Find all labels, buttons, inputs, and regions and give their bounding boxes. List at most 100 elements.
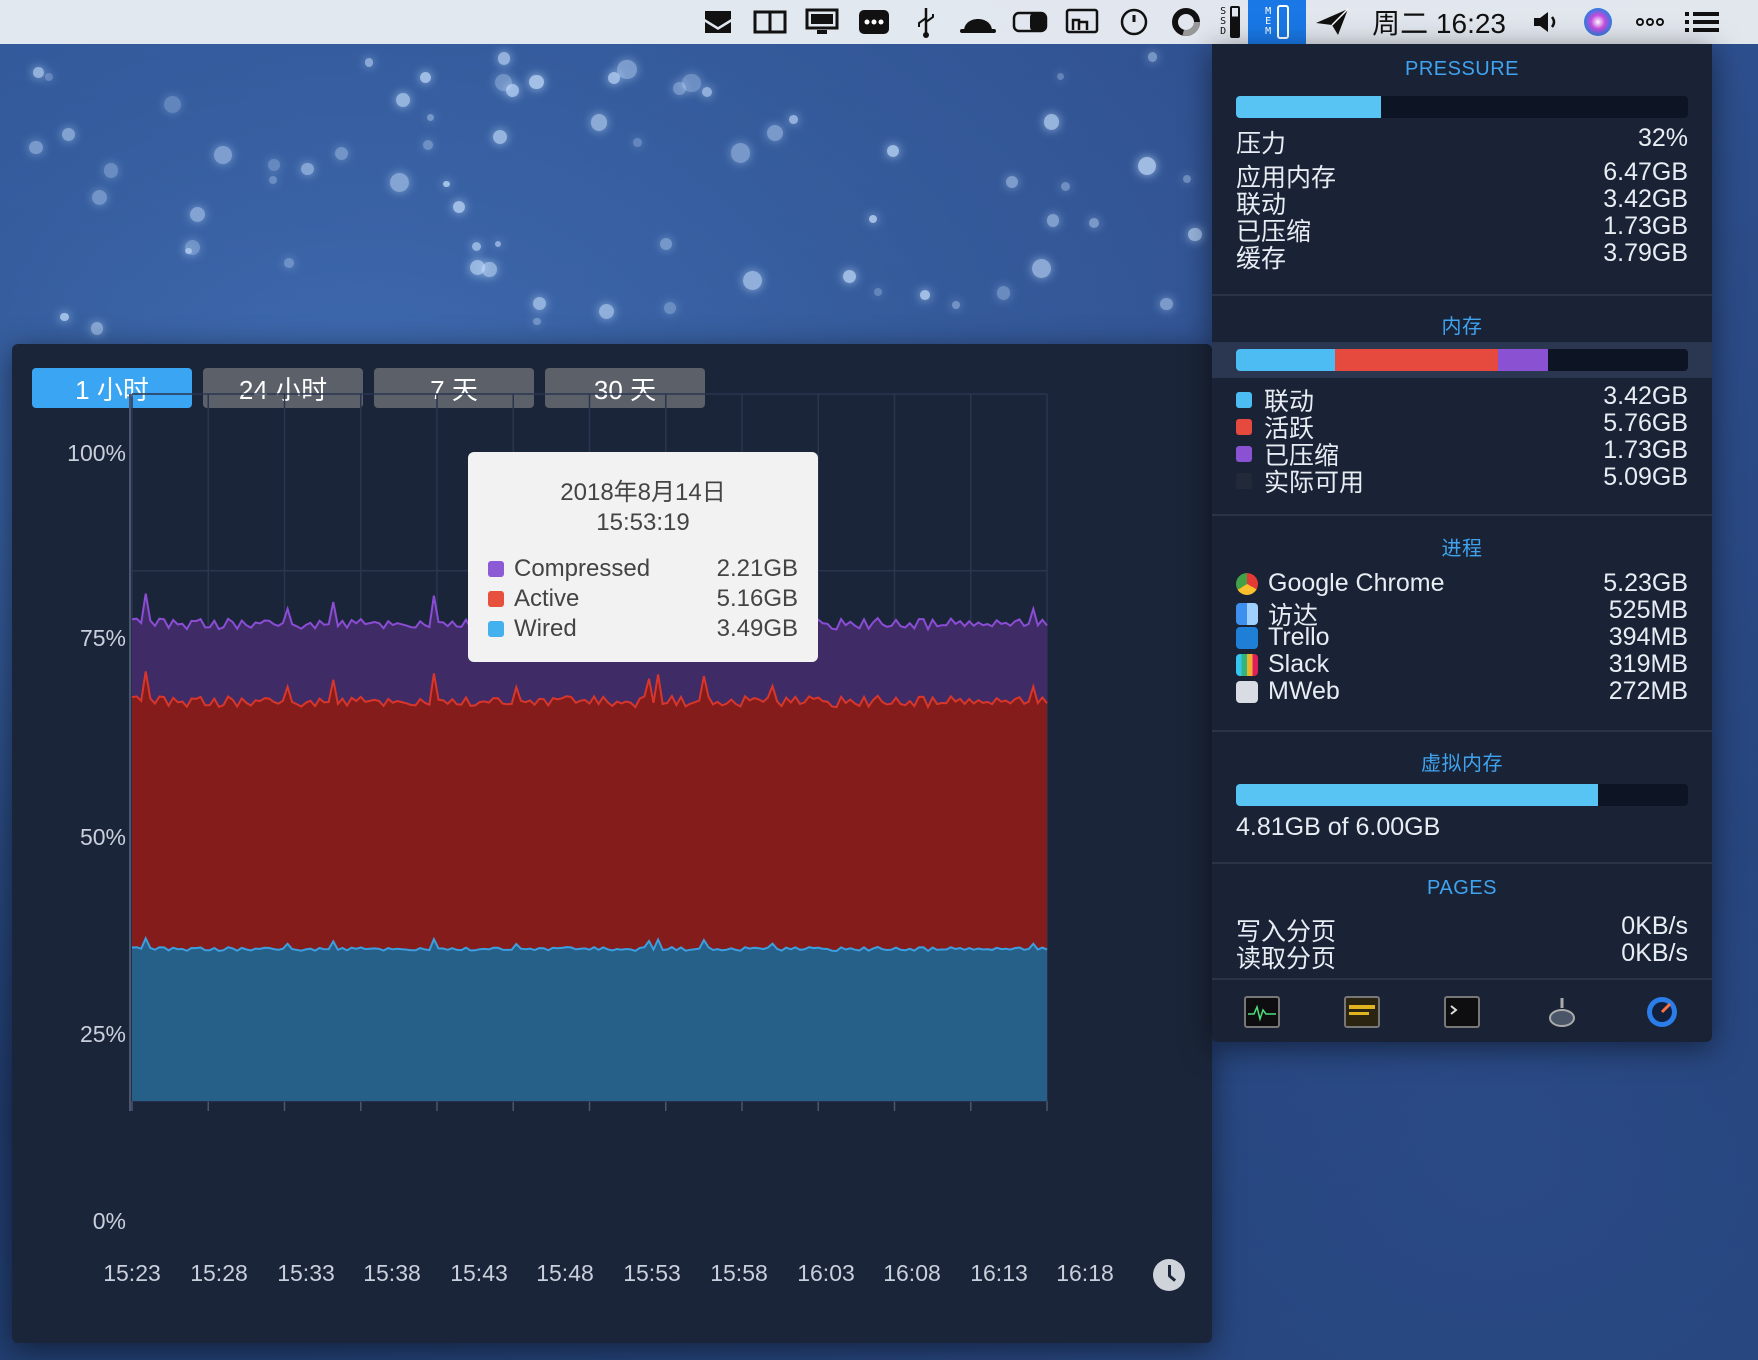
process-name: Slack	[1268, 650, 1330, 678]
bokeh-dot	[472, 242, 482, 252]
siri-icon[interactable]	[1572, 0, 1624, 44]
bokeh-dot	[268, 176, 277, 184]
finder-icon	[1236, 603, 1258, 625]
tooltip-row: Wired 3.49GB	[468, 615, 818, 643]
memory-bar-segment	[1335, 349, 1499, 371]
process-row[interactable]: Trello 394MB	[1236, 623, 1688, 652]
bokeh-dot	[660, 238, 673, 250]
process-memory: 272MB	[1608, 677, 1688, 705]
divider	[1212, 294, 1712, 296]
process-row[interactable]: Slack 319MB	[1236, 650, 1688, 679]
x-tick-label: 15:33	[277, 1260, 335, 1286]
list-icon[interactable]	[1676, 0, 1728, 44]
paperplane-icon[interactable]	[1306, 0, 1358, 44]
console-icon[interactable]	[1344, 996, 1380, 1028]
tooltip-row: Compressed 2.21GB	[468, 555, 818, 583]
chart-tooltip: 2018年8月14日 15:53:19 Compressed 2.21GB Ac…	[468, 452, 818, 662]
display-icon[interactable]	[796, 0, 848, 44]
mweb-icon	[1236, 680, 1258, 703]
wired-swatch	[488, 621, 504, 637]
clock-icon[interactable]	[1153, 1259, 1185, 1291]
mem-letter: M	[1265, 26, 1272, 37]
hat-icon[interactable]	[952, 0, 1004, 44]
mem-icon[interactable]: M E M	[1248, 0, 1307, 44]
bokeh-dot	[494, 240, 502, 248]
bokeh-dot	[843, 270, 857, 284]
divider	[1212, 862, 1712, 864]
legend-swatch	[1236, 419, 1252, 435]
bokeh-dot	[1060, 181, 1071, 192]
split-view-icon[interactable]	[744, 0, 796, 44]
section-title-virtual-memory: 虚拟内存	[1421, 753, 1503, 775]
x-tick-label: 16:08	[883, 1260, 941, 1286]
bokeh-dot	[1147, 51, 1158, 62]
bokeh-dot	[664, 302, 677, 315]
disk-ring-icon[interactable]	[1160, 0, 1212, 44]
pressure-row: 缓存 3.79GB	[1236, 239, 1688, 275]
memory-bar	[1236, 349, 1688, 371]
bokeh-dot	[598, 303, 614, 320]
volume-icon[interactable]	[1520, 0, 1572, 44]
x-tick-label: 15:53	[623, 1260, 681, 1286]
tooltip-date: 2018年8月14日	[560, 479, 726, 506]
bokeh-dot	[189, 206, 205, 223]
slack-icon	[1236, 653, 1258, 676]
bokeh-dot	[767, 125, 784, 142]
legend-swatch	[1236, 473, 1252, 489]
circle-icon[interactable]	[1108, 0, 1160, 44]
virtual-memory-bar-fill	[1236, 784, 1598, 806]
disk-utility-icon[interactable]	[1544, 994, 1580, 1030]
usb-icon[interactable]	[900, 0, 952, 44]
bokeh-dot	[28, 140, 43, 155]
menu-bar: S S D M E M 周二 16:23	[0, 0, 1758, 44]
compressed-swatch	[488, 561, 504, 577]
bokeh-dot	[1160, 298, 1173, 311]
row-label: 实际可用	[1264, 469, 1365, 497]
virtual-memory-bar	[1236, 784, 1688, 806]
virtual-memory-usage: 4.81GB of 6.00GB	[1236, 813, 1688, 842]
row-label: 缓存	[1236, 245, 1287, 273]
toggle-icon[interactable]	[1004, 0, 1056, 44]
bokeh-dot	[533, 317, 541, 326]
memory-bar-segment	[1498, 349, 1548, 371]
tooltip-series-name: Active	[514, 585, 580, 612]
bokeh-dot	[868, 214, 877, 223]
screen-share-icon[interactable]	[1056, 0, 1108, 44]
process-name: Trello	[1268, 623, 1330, 651]
istat-icon[interactable]	[1644, 994, 1680, 1030]
bokeh-dot	[494, 74, 512, 92]
bokeh-dot	[364, 58, 374, 67]
bokeh-dot	[633, 138, 643, 147]
process-row[interactable]: MWeb 272MB	[1236, 677, 1688, 706]
istat-memory-panel: PRESSURE 压力 32% 应用内存 6.47GB 联动 3.42GB 已压…	[1212, 44, 1712, 1042]
divider	[1212, 730, 1712, 732]
process-memory: 5.23GB	[1603, 569, 1688, 597]
process-name: Google Chrome	[1268, 569, 1445, 597]
process-row[interactable]: Google Chrome 5.23GB	[1236, 569, 1688, 598]
bokeh-dot	[44, 72, 54, 82]
bokeh-dot	[702, 86, 713, 97]
terminal-icon[interactable]	[1444, 996, 1480, 1028]
more-icon[interactable]	[1624, 0, 1676, 44]
inbox-icon[interactable]	[692, 0, 744, 44]
bokeh-dot	[214, 146, 232, 164]
section-title-processes: 进程	[1441, 538, 1483, 560]
more-dots-icon[interactable]	[848, 0, 900, 44]
bokeh-dot	[731, 143, 751, 163]
chrome-icon	[1236, 572, 1258, 595]
virtual-memory-text: 4.81GB of 6.00GB	[1236, 813, 1441, 841]
area-wired	[132, 938, 1047, 1101]
row-label: 读取分页	[1236, 945, 1337, 973]
section-title-pages: PAGES	[1427, 877, 1497, 899]
divider	[1212, 978, 1712, 980]
activity-monitor-icon[interactable]	[1244, 996, 1280, 1028]
tooltip-series-name: Compressed	[514, 555, 651, 582]
ssd-icon[interactable]: S S D	[1212, 0, 1248, 44]
bokeh-dot	[62, 128, 76, 142]
bokeh-dot	[529, 75, 544, 90]
bokeh-dot	[1043, 114, 1059, 130]
ssd-letter: D	[1220, 26, 1227, 37]
bokeh-dot	[743, 271, 762, 291]
section-title-memory: 内存	[1441, 316, 1483, 338]
menu-clock[interactable]: 周二 16:23	[1358, 2, 1520, 42]
